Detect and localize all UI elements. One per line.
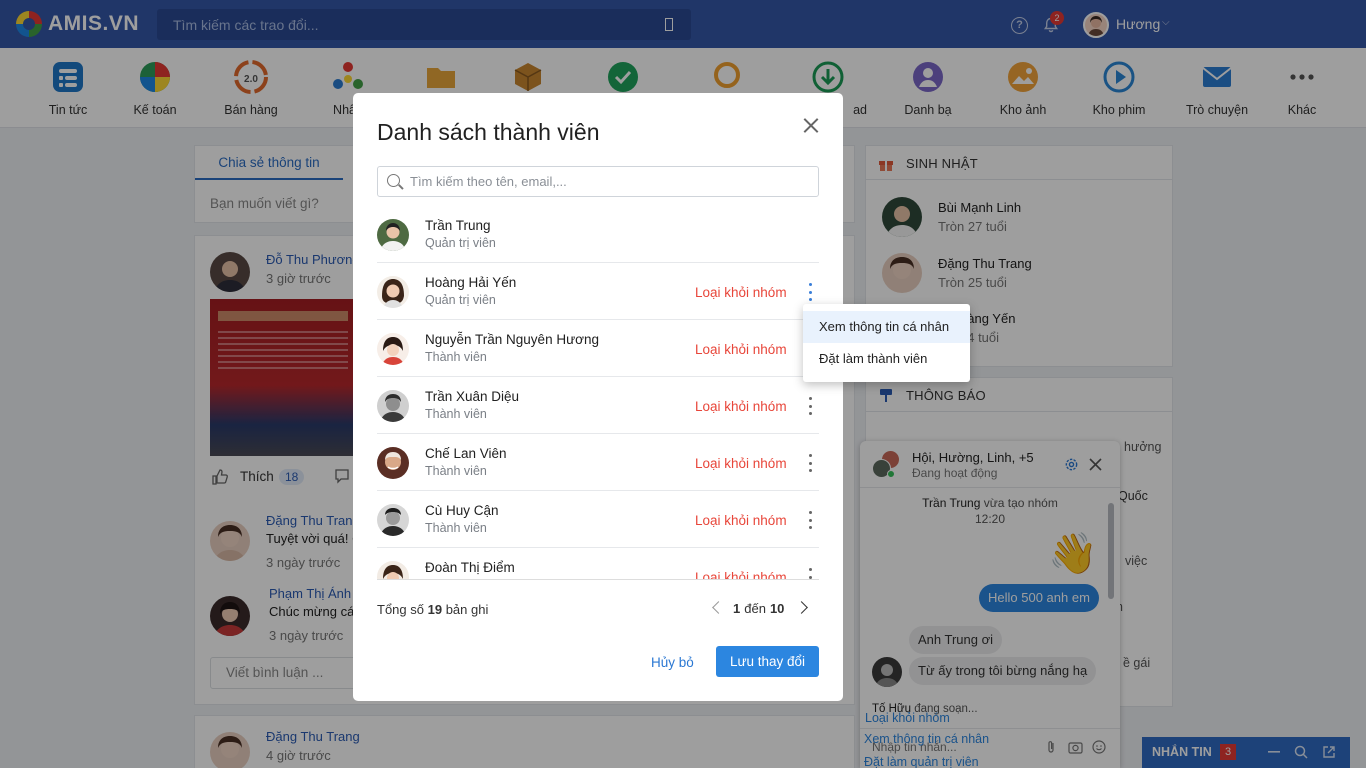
remove-from-group-button[interactable]: Loại khỏi nhóm [695,513,787,528]
member-search-field[interactable] [377,166,819,197]
total-count: 19 [427,602,443,617]
member-role: Thành viên [425,464,487,478]
member-name: Nguyễn Trần Nguyên Hương [425,332,599,347]
avatar[interactable] [377,333,409,365]
avatar[interactable] [377,504,409,536]
remove-from-group-button[interactable]: Loại khỏi nhóm [695,342,787,357]
member-row: Trần Trung Quản trị viên [377,206,819,263]
member-role: Quản trị viên [425,236,496,250]
member-row: Trần Xuân Diệu Thành viên Loại khỏi nhóm [377,377,819,434]
more-options-icon[interactable] [805,511,815,529]
member-row: Đoàn Thị Điểm Thành viên Loại khỏi nhóm [377,548,819,579]
total-suffix: bản ghi [445,602,489,617]
chevron-left-icon[interactable] [711,599,723,617]
member-search-input[interactable] [410,167,810,196]
avatar[interactable] [377,447,409,479]
page-separator: đến [744,600,766,616]
avatar[interactable] [377,219,409,251]
dialog-title: Danh sách thành viên [377,119,600,145]
member-role: Thành viên [425,350,487,364]
cancel-button[interactable]: Hủy bỏ [647,648,698,678]
member-role: Thành viên [425,578,487,579]
search-icon [387,174,400,187]
total-prefix: Tổng số [377,602,424,617]
more-options-icon[interactable] [805,397,815,415]
avatar[interactable] [377,390,409,422]
member-list-dialog: Danh sách thành viên Trần Trung Quản trị… [353,93,843,701]
member-name: Trần Trung [425,218,491,233]
member-role: Thành viên [425,521,487,535]
avatar[interactable] [377,276,409,308]
save-changes-button[interactable]: Lưu thay đổi [716,646,819,677]
remove-from-group-button[interactable]: Loại khỏi nhóm [695,456,787,471]
member-role: Thành viên [425,407,487,421]
member-role: Quản trị viên [425,293,496,307]
page-from: 1 [733,600,741,616]
menu-item-set-member[interactable]: Đặt làm thành viên [803,343,970,375]
remove-from-group-button[interactable]: Loại khỏi nhóm [695,399,787,414]
member-row: Chế Lan Viên Thành viên Loại khỏi nhóm [377,434,819,491]
close-icon[interactable] [803,117,819,133]
member-name: Cù Huy Cận [425,503,499,518]
member-name: Trần Xuân Diệu [425,389,520,404]
remove-from-group-button[interactable]: Loại khỏi nhóm [695,285,787,300]
member-row: Nguyễn Trần Nguyên Hương Thành viên Loại… [377,320,819,377]
more-options-icon[interactable] [805,568,815,579]
member-list[interactable]: Trần Trung Quản trị viên Hoàng Hải Yến Q… [377,206,819,580]
member-row: Hoàng Hải Yến Quản trị viên Loại khỏi nh… [377,263,819,320]
record-total: Tổng số 19 bản ghi [377,602,488,617]
more-options-icon[interactable] [805,283,815,301]
member-row: Cù Huy Cận Thành viên Loại khỏi nhóm [377,491,819,548]
more-options-icon[interactable] [805,454,815,472]
page-to: 10 [769,600,785,616]
member-options-menu: Xem thông tin cá nhân Đặt làm thành viên [803,304,970,382]
member-name: Đoàn Thị Điểm [425,560,515,575]
member-name: Chế Lan Viên [425,446,507,461]
remove-from-group-button[interactable]: Loại khỏi nhóm [695,570,787,579]
chevron-right-icon[interactable] [797,599,809,617]
member-name: Hoàng Hải Yến [425,275,517,290]
menu-item-view-profile[interactable]: Xem thông tin cá nhân [803,311,970,343]
avatar[interactable] [377,561,409,579]
pagination: 1 đến 10 [711,599,809,617]
